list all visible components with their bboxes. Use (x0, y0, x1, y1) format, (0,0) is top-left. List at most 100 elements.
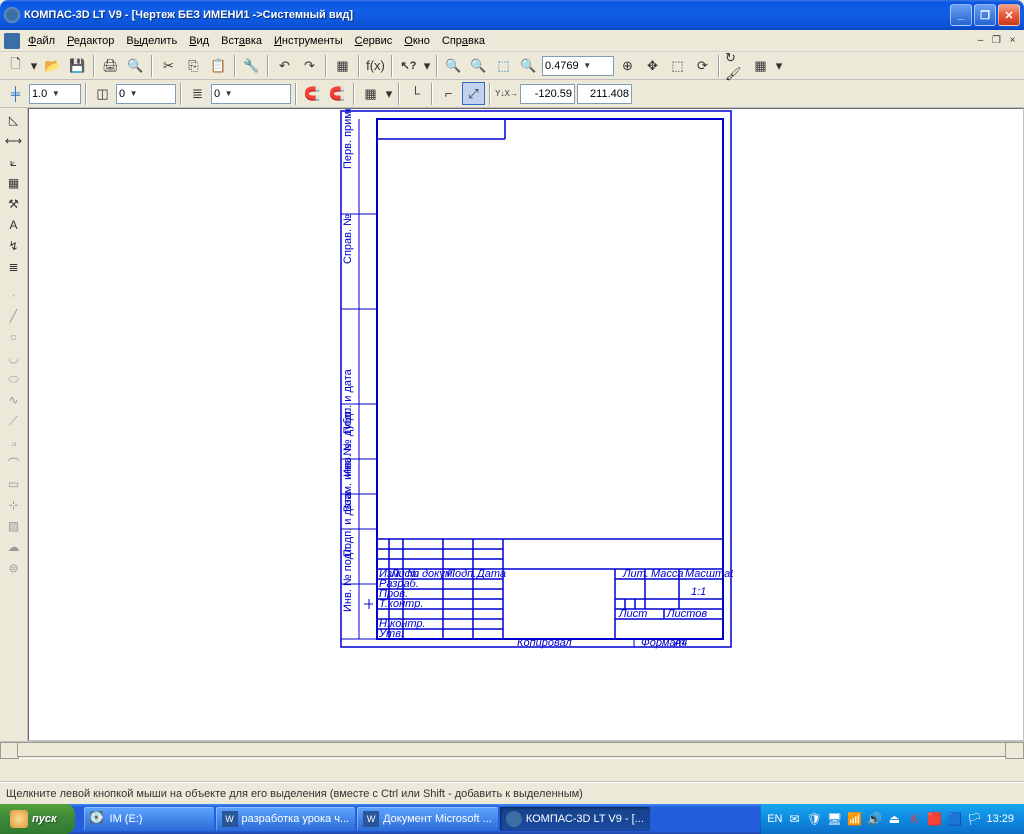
tray-usb-icon[interactable]: ⏏ (886, 811, 902, 827)
rectangle-tool-button[interactable]: ▭ (2, 474, 25, 494)
menu-service[interactable]: Сервис (349, 33, 399, 49)
close-button[interactable]: ✕ (998, 4, 1020, 26)
cut-button[interactable]: ✂ (157, 54, 180, 77)
polyline-tool-button[interactable]: ⟋ (2, 411, 25, 431)
layer-combo[interactable]: 0 ▼ (211, 84, 291, 104)
taskbar-item-doc1[interactable]: Wразработка урока ч... (216, 807, 356, 831)
chamfer-tool-button[interactable]: ⟓ (2, 432, 25, 452)
spline-tool-button[interactable]: ∿ (2, 390, 25, 410)
language-indicator[interactable]: EN (767, 813, 782, 825)
help-dropdown-button[interactable]: ▾ (422, 54, 432, 77)
arc-tool-button[interactable]: ◡ (2, 348, 25, 368)
horizontal-scrollbar[interactable] (0, 741, 1024, 758)
properties-button[interactable]: 🔧 (240, 54, 263, 77)
print-preview-button[interactable]: 🔍 (124, 54, 147, 77)
params-panel-button[interactable]: ⚒ (2, 194, 25, 214)
coord-x-input[interactable] (520, 84, 575, 104)
menu-insert[interactable]: Вставка (215, 33, 268, 49)
tray-shield-icon[interactable]: 🛡 (806, 811, 822, 827)
drawing-canvas[interactable]: Перв. примен. Справ. № Подп. и дата Инв.… (28, 108, 1024, 741)
mdi-close-button[interactable]: × (1005, 34, 1020, 47)
dimensions-panel-button[interactable]: ⟷ (2, 131, 25, 151)
tray-network-icon[interactable]: 📶 (846, 811, 862, 827)
help-cursor-button[interactable]: ↖? (397, 54, 420, 77)
menu-file[interactable]: Файл (22, 33, 61, 49)
clock[interactable]: 13:29 (986, 813, 1014, 825)
redraw-button[interactable]: ⟳ (691, 54, 714, 77)
scale-combo[interactable]: 1.0 ▼ (29, 84, 81, 104)
tray-updater-icon[interactable]: 🟥 (926, 811, 942, 827)
layer-state-button[interactable]: ◫ (91, 82, 114, 105)
start-button[interactable]: пуск (0, 804, 75, 834)
tray-monitor-icon[interactable]: 🖥 (826, 811, 842, 827)
menu-select[interactable]: Выделить (120, 33, 183, 49)
open-button[interactable]: 📂 (41, 54, 64, 77)
taskbar-item-kompas[interactable]: КОМПАС-3D LT V9 - [... (500, 807, 650, 831)
scroll-thumb[interactable] (17, 742, 1007, 757)
zoom-extents-button[interactable]: ⊕ (616, 54, 639, 77)
variables-button[interactable]: f(x) (364, 54, 387, 77)
maximize-button[interactable]: ❐ (974, 4, 996, 26)
select-panel-button[interactable]: ↯ (2, 236, 25, 256)
measure-panel-button[interactable]: A (2, 215, 25, 235)
zoom-in-button[interactable]: 🔍 (442, 54, 465, 77)
tray-volume-icon[interactable]: 🔊 (866, 811, 882, 827)
menu-tools[interactable]: Инструменты (268, 33, 349, 49)
fillet-tool-button[interactable]: ⌒ (2, 453, 25, 473)
save-button[interactable]: 💾 (66, 54, 89, 77)
minimize-button[interactable]: _ (950, 4, 972, 26)
contour-tool-button[interactable]: ☁ (2, 537, 25, 557)
menu-view[interactable]: Вид (183, 33, 215, 49)
paste-button[interactable]: 📋 (207, 54, 230, 77)
zoom-prev-button[interactable]: 🔍 (517, 54, 540, 77)
mdi-restore-button[interactable]: ❐ (989, 34, 1004, 47)
point-tool-button[interactable]: · (2, 285, 25, 305)
coord-mode-button[interactable]: Y↓X→ (495, 82, 518, 105)
tray-antivirus-icon[interactable]: K (906, 811, 922, 827)
tray-flag-icon[interactable]: 🏳 (966, 811, 982, 827)
pan-button[interactable]: ✥ (641, 54, 664, 77)
hatch-tool-button[interactable]: ▨ (2, 516, 25, 536)
copy-button[interactable]: ⎘ (182, 54, 205, 77)
zoom-window-button[interactable]: ⬚ (492, 54, 515, 77)
global-cs-button[interactable]: ⤢ (462, 82, 485, 105)
edit-panel-button[interactable]: ▦ (2, 173, 25, 193)
print-button[interactable]: 🖨 (99, 54, 122, 77)
library-button[interactable]: ▦ (331, 54, 354, 77)
tray-mail-icon[interactable]: ✉ (786, 811, 802, 827)
mdi-minimize-button[interactable]: – (973, 34, 988, 47)
new-button[interactable]: 🗋 (4, 54, 27, 77)
grid-dropdown-button[interactable]: ▾ (384, 82, 394, 105)
taskbar-item-doc2[interactable]: WДокумент Microsoft ... (357, 807, 498, 831)
local-cs-button[interactable]: ⌐ (437, 82, 460, 105)
view-options-button[interactable]: ▦ (749, 54, 772, 77)
ortho-button[interactable]: └ (404, 82, 427, 105)
menu-edit[interactable]: Редактор (61, 33, 120, 49)
ellipse-tool-button[interactable]: ⬭ (2, 369, 25, 389)
snap-settings-button[interactable]: 🧲 (326, 82, 349, 105)
view-dropdown-button[interactable]: ▾ (774, 54, 784, 77)
layer-manager-button[interactable]: ≣ (186, 82, 209, 105)
symbols-panel-button[interactable]: ⟀ (2, 152, 25, 172)
menu-help[interactable]: Справка (436, 33, 491, 49)
zoom-combo[interactable]: 0.4769 ▼ (542, 56, 614, 76)
spec-panel-button[interactable]: ≣ (2, 257, 25, 277)
line-style-button[interactable]: ╪ (4, 82, 27, 105)
menu-window[interactable]: Окно (398, 33, 436, 49)
tray-app-icon[interactable]: 🟦 (946, 811, 962, 827)
taskbar-item-im[interactable]: 💽IM (E:) (84, 807, 214, 831)
circle-tool-button[interactable]: ○ (2, 327, 25, 347)
zoom-fit-button[interactable]: ⬚ (666, 54, 689, 77)
snap-toggle-button[interactable]: 🧲 (301, 82, 324, 105)
coord-y-input[interactable] (577, 84, 632, 104)
grid-button[interactable]: ▦ (359, 82, 382, 105)
refresh-button[interactable]: ↻🖌 (724, 54, 747, 77)
new-dropdown-button[interactable]: ▾ (29, 54, 39, 77)
layer-state-combo[interactable]: 0 ▼ (116, 84, 176, 104)
geometry-panel-button[interactable]: ◺ (2, 110, 25, 130)
undo-button[interactable]: ↶ (273, 54, 296, 77)
aux-line-tool-button[interactable]: ⊹ (2, 495, 25, 515)
line-tool-button[interactable]: ╱ (2, 306, 25, 326)
equidistant-tool-button[interactable]: ⊜ (2, 558, 25, 578)
zoom-out-button[interactable]: 🔍 (467, 54, 490, 77)
